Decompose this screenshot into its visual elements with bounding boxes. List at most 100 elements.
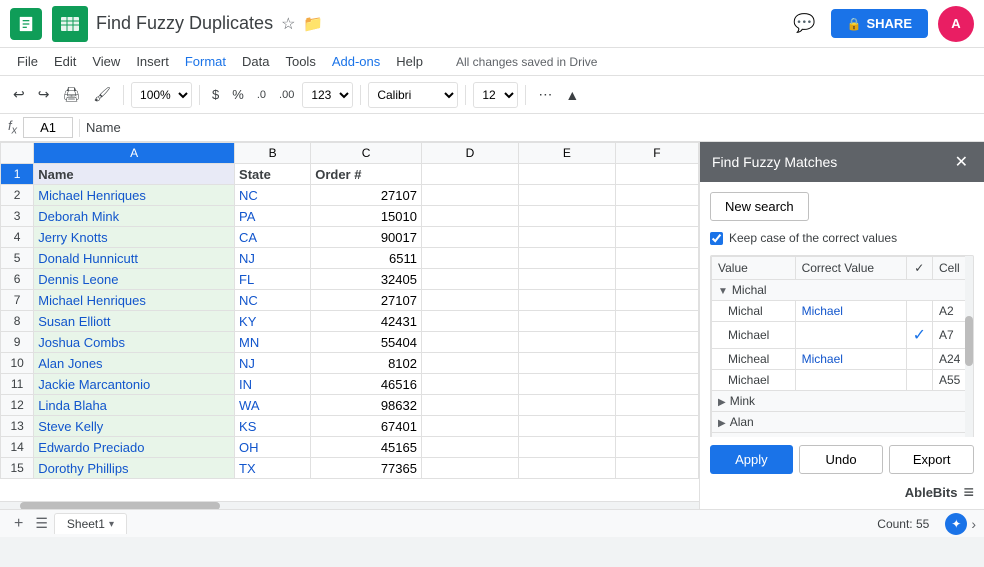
cell-a14[interactable]: Edwardo Preciado (34, 437, 235, 458)
cell-c1[interactable]: Order # (311, 164, 422, 185)
cell-b2[interactable]: NC (235, 185, 311, 206)
cell-name-input[interactable] (23, 117, 73, 138)
cell-b3[interactable]: PA (235, 206, 311, 227)
cell-a12[interactable]: Linda Blaha (34, 395, 235, 416)
cell-e1[interactable] (518, 164, 615, 185)
cell-b11[interactable]: IN (235, 374, 311, 395)
cell-a4[interactable]: Jerry Knotts (34, 227, 235, 248)
cell-b5[interactable]: NJ (235, 248, 311, 269)
cell-a13[interactable]: Steve Kelly (34, 416, 235, 437)
cell-c2[interactable]: 27107 (311, 185, 422, 206)
col-header-d[interactable]: D (421, 143, 518, 164)
cell-c6[interactable]: 32405 (311, 269, 422, 290)
cell-c11[interactable]: 46516 (311, 374, 422, 395)
group-row-michal[interactable]: ▼Michal (712, 280, 973, 301)
cell-b12[interactable]: WA (235, 395, 311, 416)
cell-b14[interactable]: OH (235, 437, 311, 458)
cell-b8[interactable]: KY (235, 311, 311, 332)
cell-a5[interactable]: Donald Hunnicutt (34, 248, 235, 269)
font-select[interactable]: Calibri (368, 82, 458, 108)
col-header-c[interactable]: C (311, 143, 422, 164)
result-correct[interactable] (795, 370, 906, 391)
nav-arrow-button[interactable]: › (971, 516, 976, 532)
cell-a9[interactable]: Joshua Combs (34, 332, 235, 353)
panel-scrollbar[interactable] (965, 256, 973, 437)
cell-a2[interactable]: Michael Henriques (34, 185, 235, 206)
cell-c4[interactable]: 90017 (311, 227, 422, 248)
dec-less-button[interactable]: .0 (252, 85, 271, 105)
result-check[interactable] (906, 349, 932, 370)
cell-c8[interactable]: 42431 (311, 311, 422, 332)
export-button[interactable]: Export (889, 445, 974, 474)
cell-a10[interactable]: Alan Jones (34, 353, 235, 374)
cell-c15[interactable]: 77365 (311, 458, 422, 479)
col-header-a[interactable]: A (34, 143, 235, 164)
cell-c14[interactable]: 45165 (311, 437, 422, 458)
ablebits-menu-button[interactable]: ≡ (963, 482, 974, 503)
menu-insert[interactable]: Insert (129, 52, 176, 71)
percent-button[interactable]: % (227, 83, 249, 106)
share-button[interactable]: 🔒 SHARE (831, 9, 928, 38)
undo-button[interactable]: Undo (799, 445, 884, 474)
menu-tools[interactable]: Tools (278, 52, 322, 71)
result-value[interactable]: Michael (712, 370, 796, 391)
cell-b10[interactable]: NJ (235, 353, 311, 374)
collapse-button[interactable]: ▲ (560, 83, 584, 107)
keep-case-checkbox[interactable] (710, 232, 723, 245)
explore-button[interactable]: ✦ (945, 513, 967, 535)
dec-more-button[interactable]: .00 (274, 85, 299, 105)
redo-toolbar-button[interactable]: ↪ (33, 82, 55, 107)
menu-file[interactable]: File (10, 52, 45, 71)
menu-help[interactable]: Help (389, 52, 430, 71)
folder-icon[interactable]: 📁 (303, 14, 323, 34)
result-check[interactable]: ✓ (906, 322, 932, 349)
horizontal-scrollbar[interactable] (0, 501, 699, 509)
number-format-select[interactable]: 123 (302, 82, 353, 108)
cell-c13[interactable]: 67401 (311, 416, 422, 437)
sheet-list-button[interactable]: ☰ (29, 513, 54, 534)
cell-c7[interactable]: 27107 (311, 290, 422, 311)
cell-b1[interactable]: State (235, 164, 311, 185)
menu-format[interactable]: Format (178, 52, 233, 71)
comment-icon[interactable]: 💬 (789, 8, 821, 40)
star-icon[interactable]: ☆ (281, 14, 295, 34)
result-value[interactable]: Michael (712, 322, 796, 349)
cell-c9[interactable]: 55404 (311, 332, 422, 353)
font-size-select[interactable]: 12 (473, 82, 518, 108)
result-value[interactable]: Michal (712, 301, 796, 322)
new-search-button[interactable]: New search (710, 192, 809, 221)
cell-c12[interactable]: 98632 (311, 395, 422, 416)
more-formats-button[interactable]: ⋯ (533, 82, 557, 107)
zoom-select[interactable]: 100% (131, 82, 192, 108)
col-header-f[interactable]: F (615, 143, 698, 164)
cell-a8[interactable]: Susan Elliott (34, 311, 235, 332)
cell-c5[interactable]: 6511 (311, 248, 422, 269)
group-row-linda[interactable]: ▶Linda (712, 433, 973, 438)
col-header-e[interactable]: E (518, 143, 615, 164)
cell-a1[interactable]: Name (34, 164, 235, 185)
paint-format-button[interactable]: 🖌 (88, 82, 116, 107)
print-button[interactable]: 🖨 (57, 82, 85, 107)
result-value[interactable]: Micheal (712, 349, 796, 370)
result-check[interactable] (906, 301, 932, 322)
sheet-tab[interactable]: Sheet1 ▾ (54, 513, 127, 534)
cell-d1[interactable] (421, 164, 518, 185)
undo-toolbar-button[interactable]: ↩ (8, 82, 30, 107)
panel-close-button[interactable]: ✕ (951, 152, 972, 172)
sheet-tab-arrow[interactable]: ▾ (109, 519, 114, 530)
avatar[interactable]: A (938, 6, 974, 42)
add-sheet-button[interactable]: + (8, 513, 29, 535)
spreadsheet[interactable]: A B C D E F 1 Name State Order # (0, 142, 699, 509)
result-correct[interactable]: Michael (795, 301, 906, 322)
cell-c10[interactable]: 8102 (311, 353, 422, 374)
cell-a3[interactable]: Deborah Mink (34, 206, 235, 227)
cell-a6[interactable]: Dennis Leone (34, 269, 235, 290)
cell-a7[interactable]: Michael Henriques (34, 290, 235, 311)
group-row-mink[interactable]: ▶Mink (712, 391, 973, 412)
cell-b15[interactable]: TX (235, 458, 311, 479)
cell-c3[interactable]: 15010 (311, 206, 422, 227)
menu-data[interactable]: Data (235, 52, 276, 71)
menu-addons[interactable]: Add-ons (325, 52, 387, 71)
cell-a11[interactable]: Jackie Marcantonio (34, 374, 235, 395)
group-row-alan[interactable]: ▶Alan (712, 412, 973, 433)
